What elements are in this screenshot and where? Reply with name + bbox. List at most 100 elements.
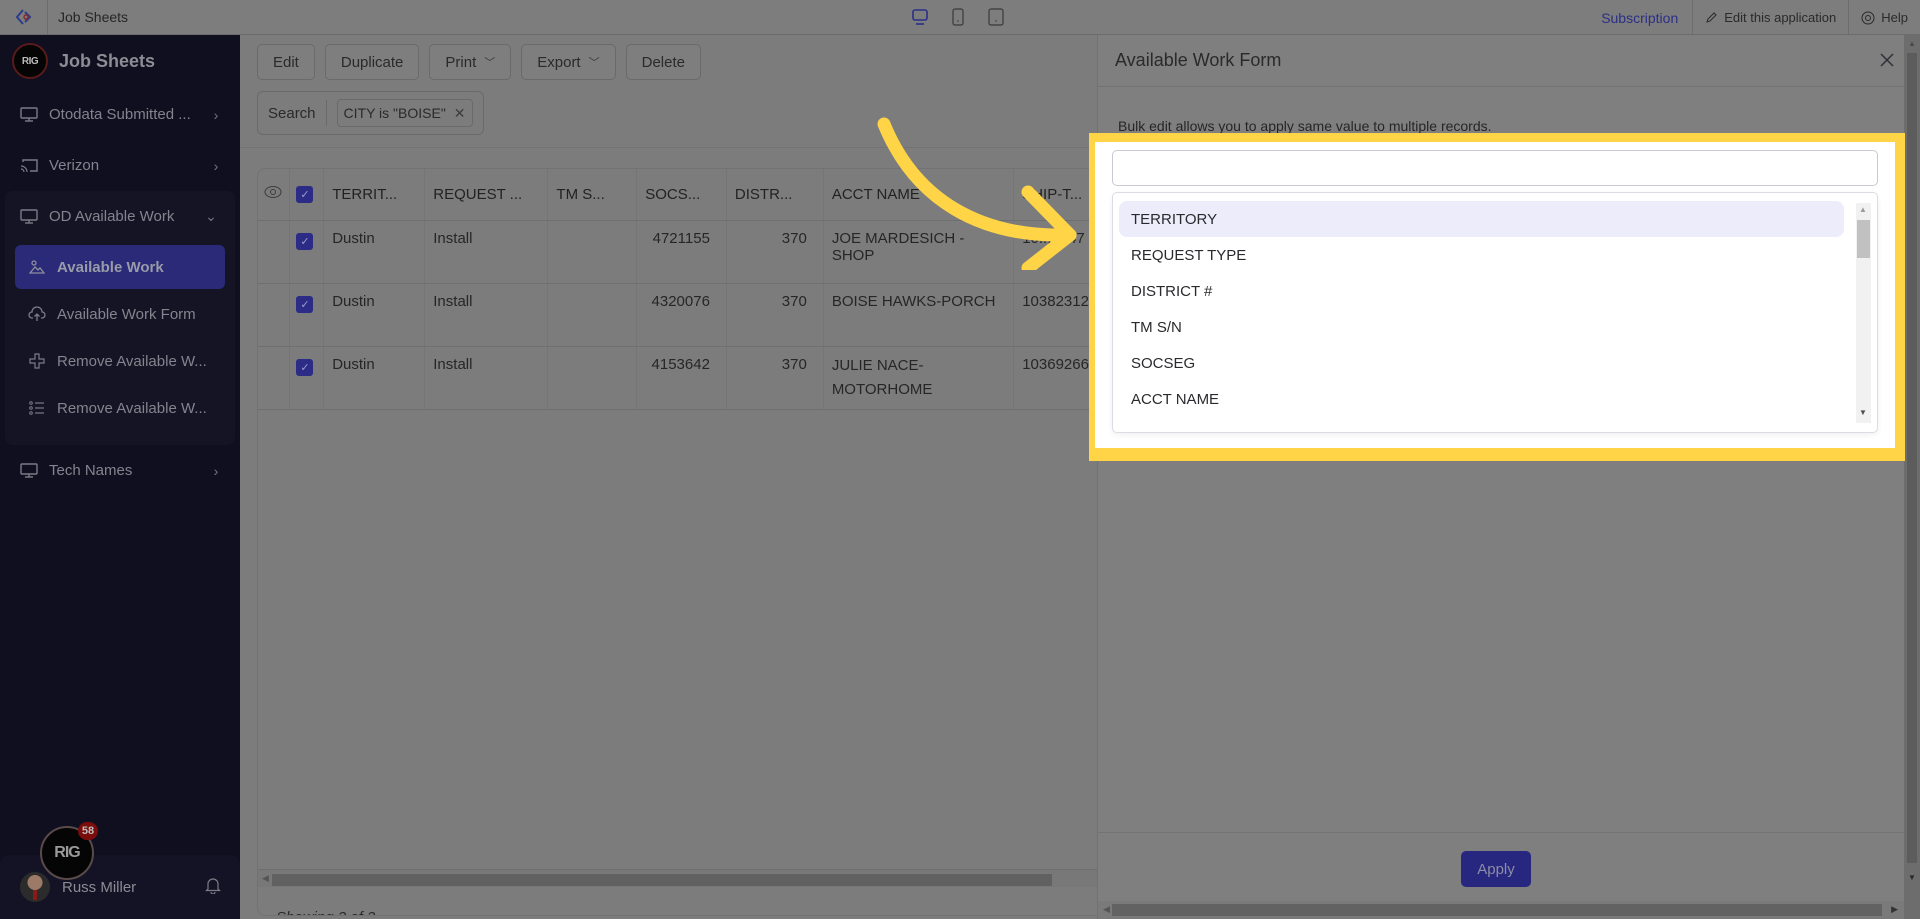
brand-title: Job Sheets [59,50,156,71]
device-preview-switcher [910,7,1006,27]
records-table-grid: ✓ TERRIT... REQUEST ... TM S... SOCS... … [258,169,1098,410]
table-row[interactable]: ✓ Dustin Install 4153642 370 JULIE NACE-… [258,346,1098,410]
search-filter-bar[interactable]: Search CITY is "BOISE" ✕ [257,91,484,135]
field-option-socseg[interactable]: SOCSEG [1119,345,1844,381]
scroll-up-arrow-icon[interactable]: ▲ [1859,205,1867,214]
record-count: Showing 3 of 3 [276,909,375,915]
export-dropdown[interactable]: Export ﹀ [521,44,616,80]
sidebar-item-otodata-submitted[interactable]: Otodata Submitted ... › [0,89,240,140]
sidebar-item-od-available-work[interactable]: OD Available Work ⌄ [5,191,235,242]
sidebar-item-verizon[interactable]: Verizon › [0,140,240,191]
search-label: Search [268,100,327,126]
scroll-left-arrow-icon[interactable]: ◀ [1103,904,1110,915]
scrollbar-thumb[interactable] [1907,53,1917,863]
scrollbar-thumb[interactable] [272,874,1052,886]
mobile-icon [988,8,1004,26]
row-checkbox[interactable]: ✓ [296,358,314,376]
column-header[interactable]: REQUEST ... [424,169,549,221]
monitor-icon [20,106,38,124]
scrollbar-thumb[interactable] [1857,220,1870,258]
column-visibility[interactable] [258,169,291,221]
field-search-input[interactable] [1112,150,1878,186]
sidebar-item-available-work-form[interactable]: Available Work Form [15,292,225,336]
field-option-district[interactable]: DISTRICT # [1119,273,1844,309]
cell-socseg: 4153642 [636,346,727,410]
cloud-upload-icon [28,305,46,323]
sidebar-item-tech-names[interactable]: Tech Names › [0,445,240,496]
column-header[interactable]: TERRIT... [323,169,426,221]
row-checkbox[interactable]: ✓ [296,295,314,313]
panel-horizontal-scrollbar[interactable]: ◀ ▶ [1098,901,1905,919]
close-panel-button[interactable] [1874,47,1900,73]
field-option-tm-sn[interactable]: TM S/N [1119,309,1844,345]
cast-icon [20,157,38,175]
edit-application-button[interactable]: Edit this application [1693,10,1848,25]
top-bar-actions: Subscription Edit this application Help [1587,0,1920,35]
sidebar-item-remove-available-work-1[interactable]: Remove Available W... [15,339,225,383]
close-icon[interactable]: ✕ [454,105,466,122]
field-option-territory[interactable]: TERRITORY [1119,201,1844,237]
app-title: Job Sheets [58,9,129,25]
desktop-view-button[interactable] [910,7,930,27]
scroll-up-arrow-icon[interactable]: ▲ [1908,39,1916,48]
field-option-request-type[interactable]: REQUEST TYPE [1119,237,1844,273]
app-logo-icon [15,9,31,25]
sidebar-item-available-work[interactable]: Available Work [15,245,225,289]
plus-icon [28,352,46,370]
export-label: Export [537,53,581,71]
table-row[interactable]: ✓ Dustin Install 4320076 370 BOISE HAWKS… [258,283,1098,347]
cell-request-type: Install [424,346,549,410]
panel-description: Bulk edit allows you to apply same value… [1118,118,1492,134]
scroll-left-arrow-icon[interactable]: ◀ [262,873,269,884]
column-header[interactable]: SHIP-T... [1013,169,1098,221]
chevron-right-icon: › [213,157,219,174]
print-dropdown[interactable]: Print ﹀ [429,44,512,80]
edit-button[interactable]: Edit [257,44,315,80]
mobile-view-button[interactable] [986,7,1006,27]
user-profile[interactable]: Russ Miller [0,855,240,919]
duplicate-button[interactable]: Duplicate [324,44,420,80]
bell-icon[interactable] [204,876,222,899]
scroll-right-arrow-icon[interactable]: ▶ [1891,904,1898,915]
sidebar-item-label: Tech Names [49,462,133,479]
cell-acct-name: JOE MARDESICH - SHOP [823,220,1015,284]
sidebar-item-remove-available-work-2[interactable]: Remove Available W... [15,386,225,430]
subscription-link[interactable]: Subscription [1587,10,1692,26]
column-header[interactable]: TM S... [547,169,638,221]
row-checkbox[interactable]: ✓ [296,232,314,250]
table-row[interactable]: ✓ Dustin Install 4721155 370 JOE MARDESI… [258,220,1098,284]
delete-button[interactable]: Delete [625,44,701,80]
column-header[interactable]: ACCT NAME [823,169,1015,221]
filter-chip[interactable]: CITY is "BOISE" ✕ [336,99,473,127]
cell-tm-sn [547,346,638,410]
cell-request-type: Install [424,220,549,284]
desktop-icon [912,9,928,25]
cell-socseg: 4721155 [636,220,727,284]
panel-header: Available Work Form [1098,35,1904,87]
scroll-down-arrow-icon[interactable]: ▼ [1859,408,1867,417]
column-header[interactable]: SOCS... [636,169,727,221]
cell-district: 370 [726,346,824,410]
edit-application-label: Edit this application [1724,10,1837,25]
row-select-cell: ✓ [289,346,325,410]
sidebar-item-label: OD Available Work [49,208,175,225]
apply-button[interactable]: Apply [1461,851,1531,887]
row-spacer [258,283,291,347]
page-vertical-scrollbar[interactable]: ▲ ▼ [1904,35,1920,919]
options-scrollbar[interactable]: ▲ ▼ [1856,203,1871,423]
chevron-down-icon: ﹀ [484,57,496,69]
scroll-down-arrow-icon[interactable]: ▼ [1908,873,1916,882]
app-logo[interactable] [0,0,48,35]
cell-acct-name: JULIE NACE-MOTORHOME [823,346,1015,410]
field-options-list: TERRITORY REQUEST TYPE DISTRICT # TM S/N… [1112,192,1878,433]
tablet-view-button[interactable] [948,7,968,27]
sidebar-item-label: Available Work Form [57,305,196,323]
chevron-right-icon: › [213,462,219,479]
field-option-acct-name[interactable]: ACCT NAME [1119,381,1844,417]
cell-acct-name: BOISE HAWKS-PORCH [823,283,1015,347]
scrollbar-thumb[interactable] [1112,904,1882,916]
table-horizontal-scrollbar[interactable]: ◀ [258,869,1098,887]
select-all-checkbox[interactable]: ✓ [296,186,314,204]
column-header[interactable]: DISTR... [726,169,824,221]
help-button[interactable]: Help [1849,10,1920,25]
